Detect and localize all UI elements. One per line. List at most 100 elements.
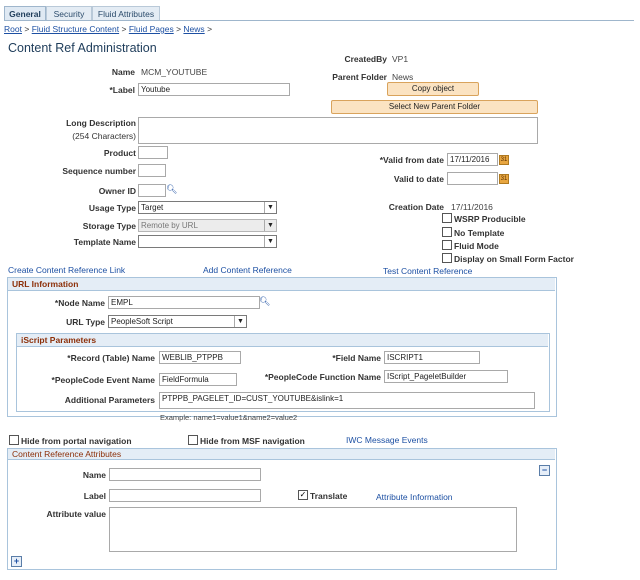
attr-label-label: Label	[83, 491, 106, 501]
hide-msf-navigation-checkbox[interactable]	[188, 435, 198, 445]
valid-from-input[interactable]: 17/11/2016	[447, 153, 498, 166]
name-label: Name	[111, 67, 135, 77]
field-name-input[interactable]: ISCRIPT1	[384, 351, 480, 364]
additional-parameters-example: Example: name1=value1&name2=value2	[160, 413, 298, 422]
usage-type-label: Usage Type	[88, 203, 136, 213]
peoplecode-function-input[interactable]: IScript_PageletBuilder	[384, 370, 508, 383]
create-content-reference-link[interactable]: Create Content Reference Link	[8, 265, 125, 275]
owner-id-label: Owner ID	[98, 186, 136, 196]
chevron-down-icon: ▼	[264, 236, 276, 247]
storage-type-value: Remote by URL	[141, 221, 198, 230]
tab-general[interactable]: General	[4, 6, 46, 21]
search-icon[interactable]: 🔍︎	[259, 296, 270, 307]
creation-date-value: 17/11/2016	[451, 202, 493, 212]
hide-portal-navigation-label: Hide from portal navigation	[21, 436, 132, 446]
sequence-number-label: Sequence number	[62, 166, 136, 176]
parent-folder-value: News	[392, 72, 414, 82]
additional-parameters-input[interactable]: PTPPB_PAGELET_ID=CUST_YOUTUBE&islink=1	[159, 392, 535, 409]
breadcrumb-news[interactable]: News	[183, 24, 204, 34]
label-field-label: *Label	[109, 85, 135, 95]
translate-checkbox[interactable]: ✓	[298, 490, 308, 500]
page-title: Content Ref Administration	[8, 41, 157, 55]
url-type-label: URL Type	[66, 317, 105, 327]
attr-label-input[interactable]	[109, 489, 261, 502]
breadcrumb-separator: >	[24, 24, 30, 34]
valid-to-input[interactable]	[447, 172, 498, 185]
peoplecode-event-label: *PeopleCode Event Name	[51, 375, 155, 385]
tab-divider	[4, 20, 634, 21]
select-new-parent-folder-button[interactable]: Select New Parent Folder	[331, 100, 538, 114]
template-name-label: Template Name	[73, 237, 136, 247]
sequence-number-input[interactable]	[138, 164, 166, 177]
small-form-factor-checkbox[interactable]	[442, 253, 452, 263]
attribute-value-label: Attribute value	[46, 509, 106, 519]
hide-msf-navigation-label: Hide from MSF navigation	[200, 436, 305, 446]
iwc-message-events-link[interactable]: IWC Message Events	[346, 435, 428, 445]
label-input[interactable]: Youtube	[138, 83, 290, 96]
usage-type-select[interactable]: Target ▼	[138, 201, 277, 214]
field-name-label: *Field Name	[332, 353, 381, 363]
search-icon[interactable]: 🔍︎	[166, 184, 177, 195]
test-content-reference-link[interactable]: Test Content Reference	[383, 266, 472, 276]
long-description-limit: (254 Characters)	[72, 131, 136, 141]
long-description-label: Long Description	[66, 118, 136, 128]
name-value: MCM_YOUTUBE	[141, 67, 208, 77]
owner-id-input[interactable]	[138, 184, 166, 197]
storage-type-select: Remote by URL ▼	[138, 219, 277, 232]
breadcrumb-fluid-structure-content[interactable]: Fluid Structure Content	[32, 24, 119, 34]
valid-from-label: *Valid from date	[379, 155, 444, 165]
valid-to-label: Valid to date	[393, 174, 444, 184]
node-name-label: *Node Name	[54, 298, 105, 308]
attr-name-input[interactable]	[109, 468, 261, 481]
usage-type-value: Target	[141, 203, 164, 212]
wsrp-producible-checkbox[interactable]	[442, 213, 452, 223]
content-reference-attributes-header: Content Reference Attributes	[8, 449, 555, 460]
breadcrumb-separator: >	[207, 24, 213, 34]
copy-object-button[interactable]: Copy object	[387, 82, 479, 96]
creation-date-label: Creation Date	[388, 202, 444, 212]
node-name-input[interactable]: EMPL	[108, 296, 260, 309]
chevron-down-icon: ▼	[264, 220, 276, 231]
calendar-icon[interactable]: 31	[499, 155, 509, 165]
url-type-select[interactable]: PeopleSoft Script ▼	[108, 315, 247, 328]
fluid-mode-checkbox[interactable]	[442, 240, 452, 250]
small-form-factor-label: Display on Small Form Factor	[454, 254, 574, 264]
no-template-checkbox[interactable]	[442, 227, 452, 237]
parent-folder-label: Parent Folder	[332, 72, 387, 82]
url-information-header: URL Information	[8, 278, 555, 291]
add-row-button[interactable]: +	[11, 556, 22, 567]
attribute-information-link[interactable]: Attribute Information	[376, 492, 453, 502]
peoplecode-function-label: *PeopleCode Function Name	[264, 372, 381, 382]
collapse-button[interactable]: −	[539, 465, 550, 476]
translate-label: Translate	[310, 491, 348, 501]
wsrp-producible-label: WSRP Producible	[454, 214, 526, 224]
add-content-reference-link[interactable]: Add Content Reference	[203, 265, 292, 275]
hide-portal-navigation-checkbox[interactable]	[9, 435, 19, 445]
chevron-down-icon: ▼	[264, 202, 276, 213]
breadcrumb-separator: >	[176, 24, 182, 34]
record-name-label: *Record (Table) Name	[67, 353, 155, 363]
iscript-parameters-header: iScript Parameters	[17, 334, 548, 347]
attribute-value-textarea[interactable]	[109, 507, 517, 552]
record-name-input[interactable]: WEBLIB_PTPPB	[159, 351, 241, 364]
long-description-textarea[interactable]	[138, 117, 538, 144]
storage-type-label: Storage Type	[82, 221, 136, 231]
no-template-label: No Template	[454, 228, 505, 238]
template-name-select[interactable]: ▼	[138, 235, 277, 248]
peoplecode-event-input[interactable]: FieldFormula	[159, 373, 237, 386]
product-input[interactable]	[138, 146, 168, 159]
product-label: Product	[103, 148, 136, 158]
url-type-value: PeopleSoft Script	[111, 317, 173, 326]
calendar-icon[interactable]: 31	[499, 174, 509, 184]
additional-parameters-label: Additional Parameters	[64, 395, 155, 405]
breadcrumb: Root > Fluid Structure Content > Fluid P…	[4, 24, 212, 34]
created-by-value: VP1	[392, 54, 409, 64]
tab-fluid-attributes[interactable]: Fluid Attributes	[92, 6, 160, 21]
breadcrumb-separator: >	[121, 24, 127, 34]
fluid-mode-label: Fluid Mode	[454, 241, 499, 251]
attr-name-label: Name	[82, 470, 106, 480]
breadcrumb-root[interactable]: Root	[4, 24, 22, 34]
chevron-down-icon: ▼	[234, 316, 246, 327]
breadcrumb-fluid-pages[interactable]: Fluid Pages	[129, 24, 174, 34]
tab-security[interactable]: Security	[46, 6, 92, 21]
